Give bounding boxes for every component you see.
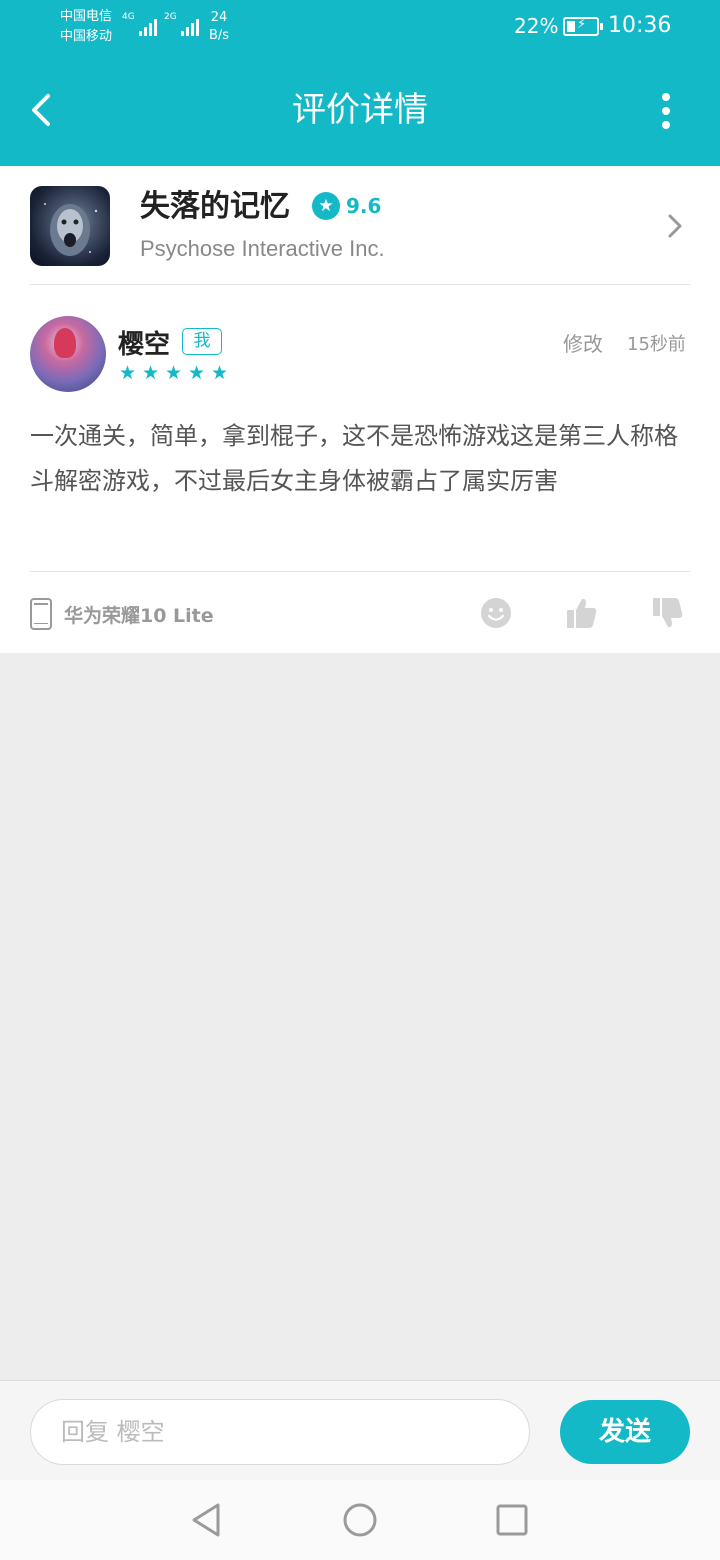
- thumbs-down-icon: [653, 598, 683, 628]
- carrier-2: 中国移动: [60, 29, 113, 44]
- reply-input[interactable]: [30, 1399, 530, 1465]
- emoji-button[interactable]: [479, 596, 513, 630]
- square-recent-icon: [496, 1504, 528, 1536]
- reviewer-name[interactable]: 樱空: [118, 324, 170, 361]
- game-artwork: [44, 203, 98, 256]
- battery-charging-icon: ⚡: [563, 17, 603, 36]
- game-icon[interactable]: [30, 186, 110, 266]
- star-icon: ★: [141, 362, 160, 384]
- like-button[interactable]: [565, 596, 599, 630]
- device-name: 华为荣耀10 Lite: [64, 604, 214, 627]
- nav-back-button[interactable]: [186, 1500, 226, 1540]
- send-button[interactable]: 发送: [560, 1400, 690, 1464]
- thumbs-up-icon: [567, 598, 597, 628]
- triangle-back-icon: [192, 1503, 220, 1537]
- nav-home-button[interactable]: [340, 1500, 380, 1540]
- divider: [30, 571, 690, 572]
- reply-bar: 发送: [0, 1380, 720, 1480]
- circle-home-icon: [343, 1503, 377, 1537]
- speed-unit: B/s: [209, 28, 230, 43]
- speed-value: 24: [210, 10, 228, 25]
- star-icon: ★: [210, 362, 229, 384]
- nav-recent-button[interactable]: [492, 1500, 532, 1540]
- device-info: 华为荣耀10 Lite: [30, 598, 214, 630]
- battery-percent: 22%: [514, 14, 559, 38]
- carrier-names: 中国电信 中国移动: [60, 7, 112, 47]
- divider: [30, 284, 690, 285]
- game-detail-link[interactable]: [662, 210, 686, 242]
- star-badge-icon: ★: [312, 192, 340, 220]
- star-icon: ★: [164, 362, 183, 384]
- game-name[interactable]: 失落的记忆: [140, 186, 290, 228]
- game-rating: ★ 9.6: [312, 192, 381, 220]
- network-type-1: 4G: [122, 12, 135, 22]
- signal-2-icon: 2G: [164, 12, 199, 36]
- network-type-2: 2G: [164, 12, 177, 22]
- star-icon: ★: [118, 362, 137, 384]
- star-rating: ★ ★ ★ ★ ★: [117, 362, 230, 384]
- phone-icon: [30, 598, 52, 630]
- developer-name: Psychose Interactive Inc.: [140, 236, 385, 261]
- rating-value: 9.6: [346, 194, 382, 218]
- smiley-icon: [481, 598, 511, 628]
- star-icon: ★: [187, 362, 206, 384]
- review-card: 失落的记忆 ★ 9.6 Psychose Interactive Inc. 樱空…: [0, 166, 720, 653]
- carrier-1: 中国电信: [60, 9, 113, 24]
- signal-1-icon: 4G: [122, 12, 157, 36]
- page-title: 评价详情: [292, 90, 428, 130]
- review-text: 一次通关，简单，拿到棍子，这不是恐怖游戏这是第三人称格斗解密游戏，不过最后女主身…: [30, 422, 678, 495]
- network-speed: 24 B/s: [209, 9, 229, 45]
- me-badge: 我: [182, 328, 222, 355]
- more-options-button[interactable]: [648, 90, 684, 134]
- status-bar: 中国电信 中国移动 4G 2G 24 B/s 22% ⚡ 10:36: [0, 0, 720, 56]
- chevron-right-icon: [668, 214, 682, 238]
- clock: 10:36: [608, 13, 672, 38]
- app-bar: 评价详情: [0, 56, 720, 166]
- edit-button[interactable]: 修改: [563, 328, 603, 357]
- dislike-button[interactable]: [651, 596, 685, 630]
- more-vert-icon: [648, 93, 684, 129]
- avatar[interactable]: [30, 316, 106, 392]
- review-time: 15秒前: [627, 334, 686, 355]
- system-nav-bar: [0, 1480, 720, 1560]
